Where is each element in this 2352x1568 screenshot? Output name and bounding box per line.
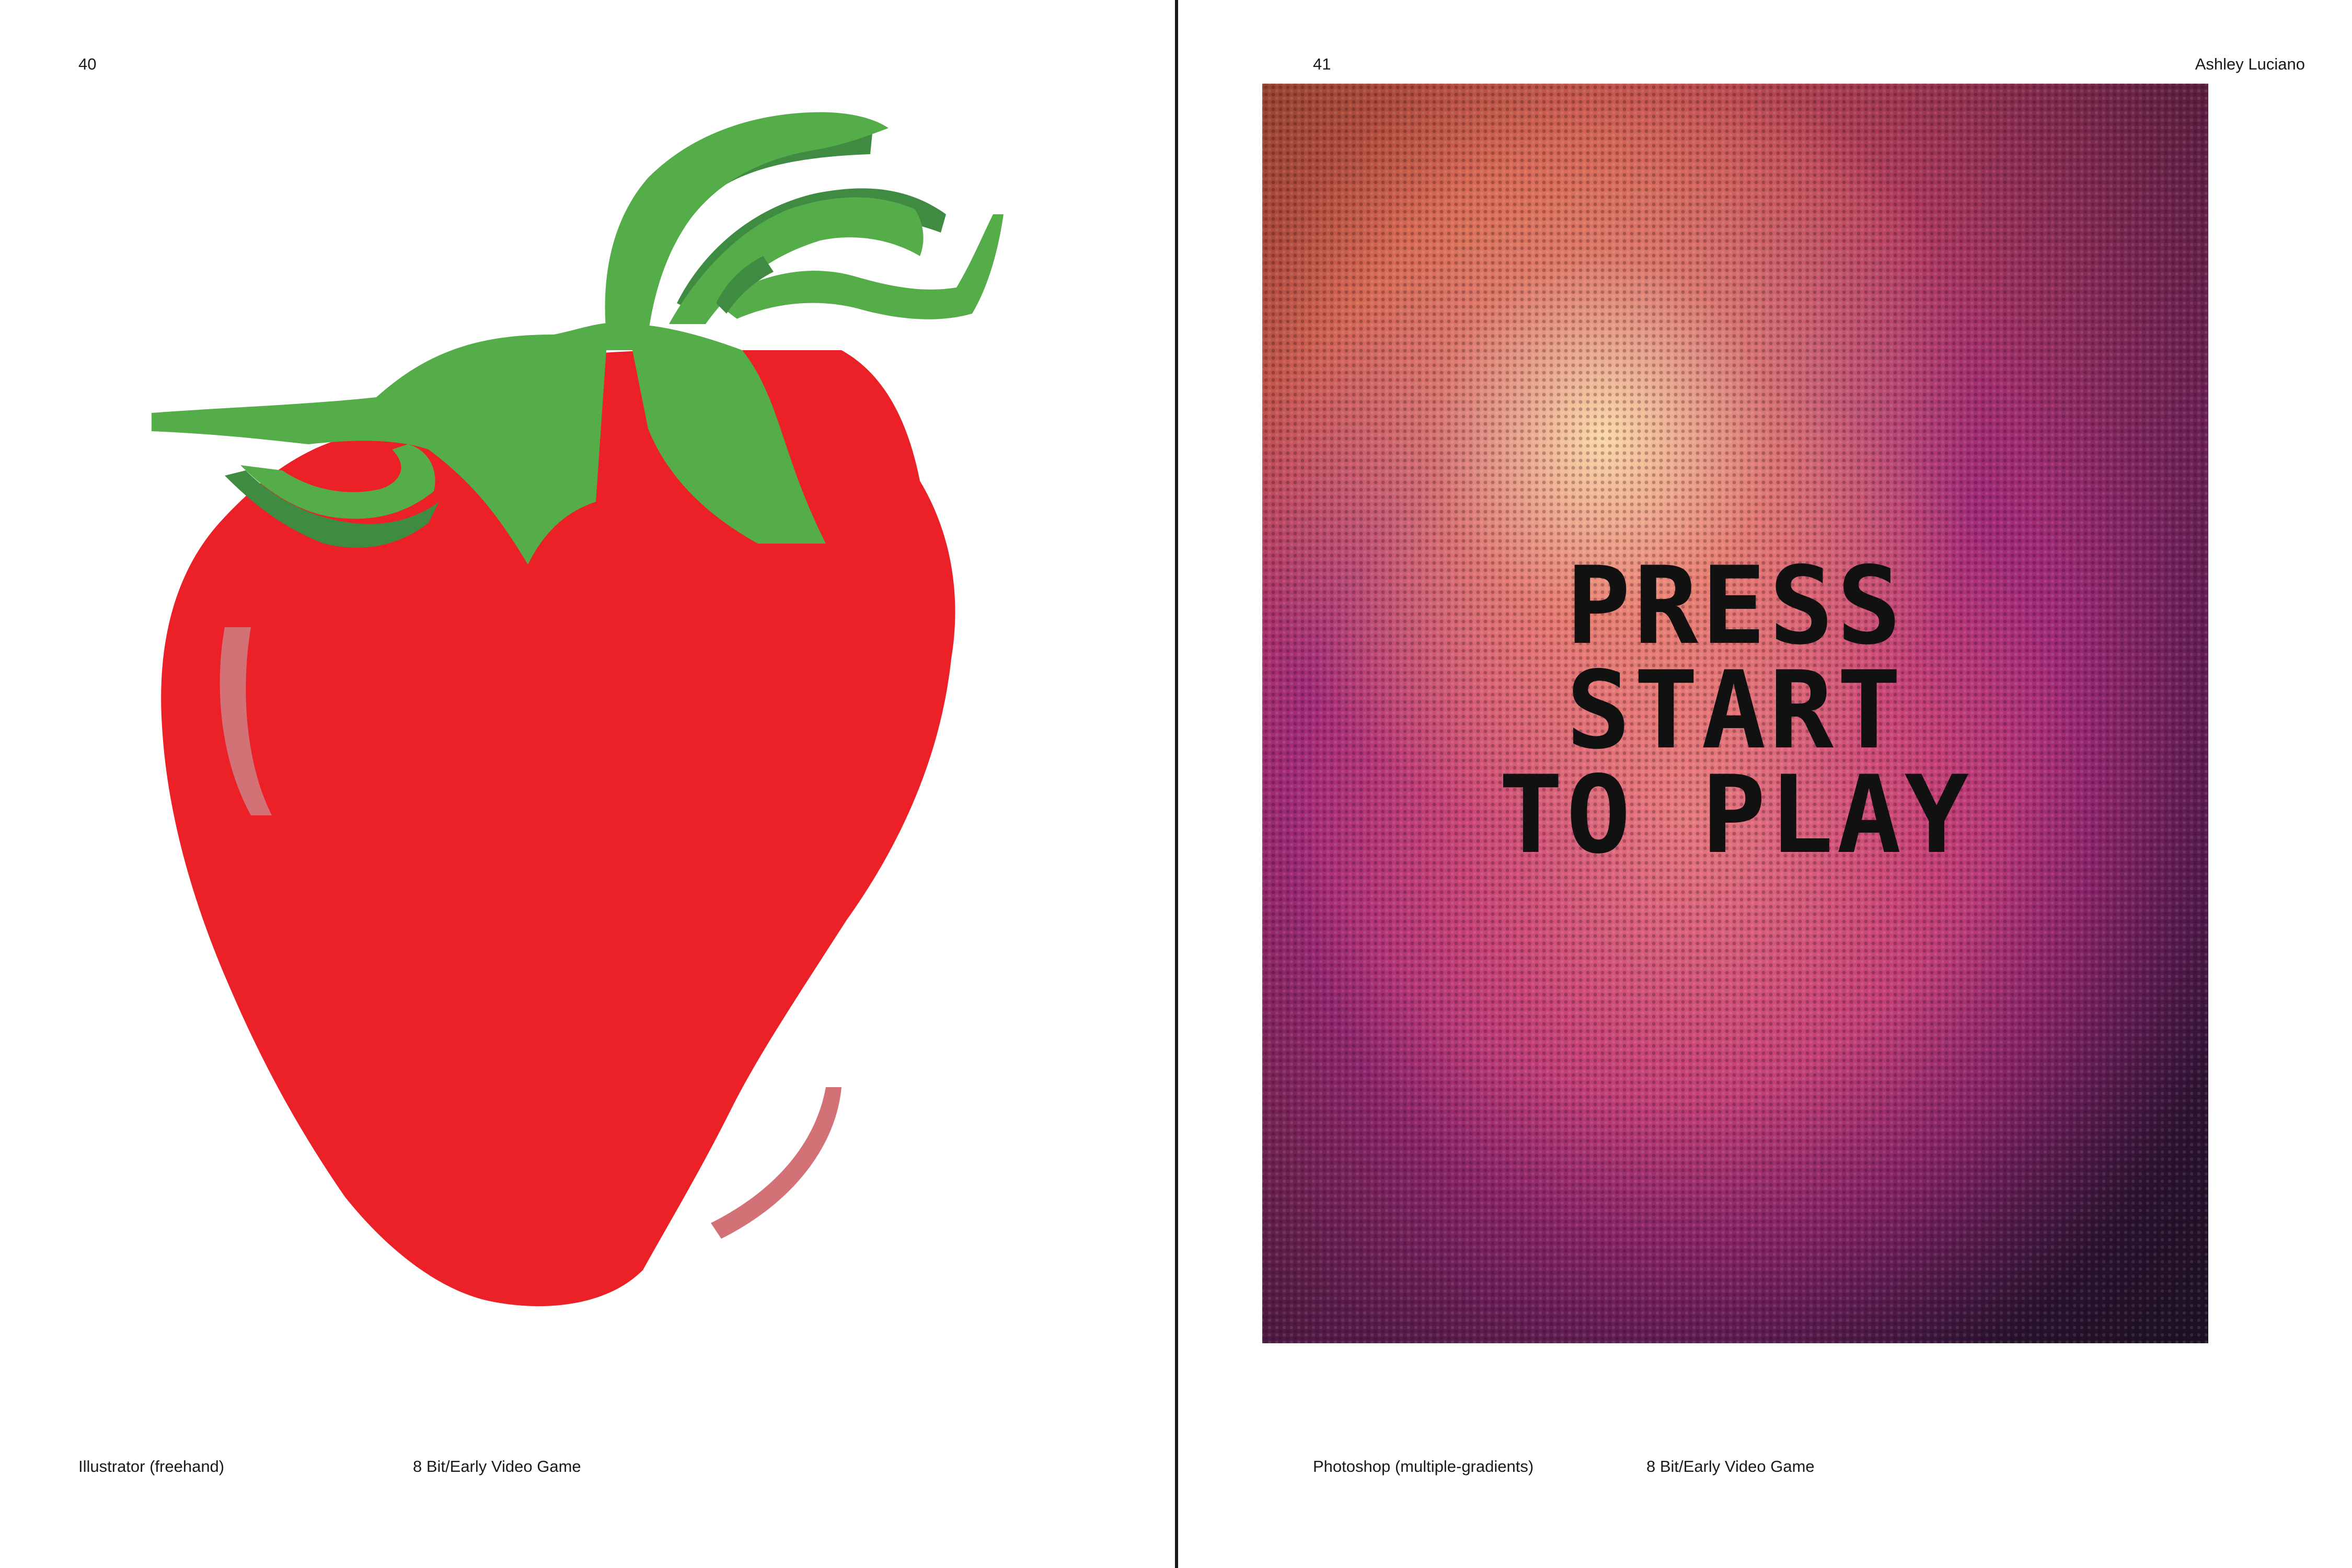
poster-headline: PRESS START TO PLAY (1262, 544, 2208, 878)
caption-theme: 8 Bit/Early Video Game (1646, 1457, 1815, 1475)
poster-line: START (1566, 649, 1905, 773)
press-start-poster: PRESS START TO PLAY (1262, 84, 2208, 1343)
caption-tool: Illustrator (freehand) (78, 1457, 225, 1475)
author-name: Ashley Luciano (2195, 55, 2305, 73)
right-page: 41 Ashley Luciano PRESS START TO PLAY Ph… (1176, 0, 2352, 1568)
left-page: 40 Illustrator (freehand) 8 Bit/Early Vi… (0, 0, 1176, 1568)
page-number: 40 (78, 55, 97, 73)
strawberry-illustration (146, 105, 1066, 1307)
poster-line: TO PLAY (1498, 753, 1972, 878)
caption-tool: Photoshop (multiple-gradients) (1313, 1457, 1534, 1475)
caption-theme: 8 Bit/Early Video Game (413, 1457, 581, 1475)
page-number: 41 (1313, 55, 1331, 73)
poster-line: PRESS (1566, 544, 1905, 668)
